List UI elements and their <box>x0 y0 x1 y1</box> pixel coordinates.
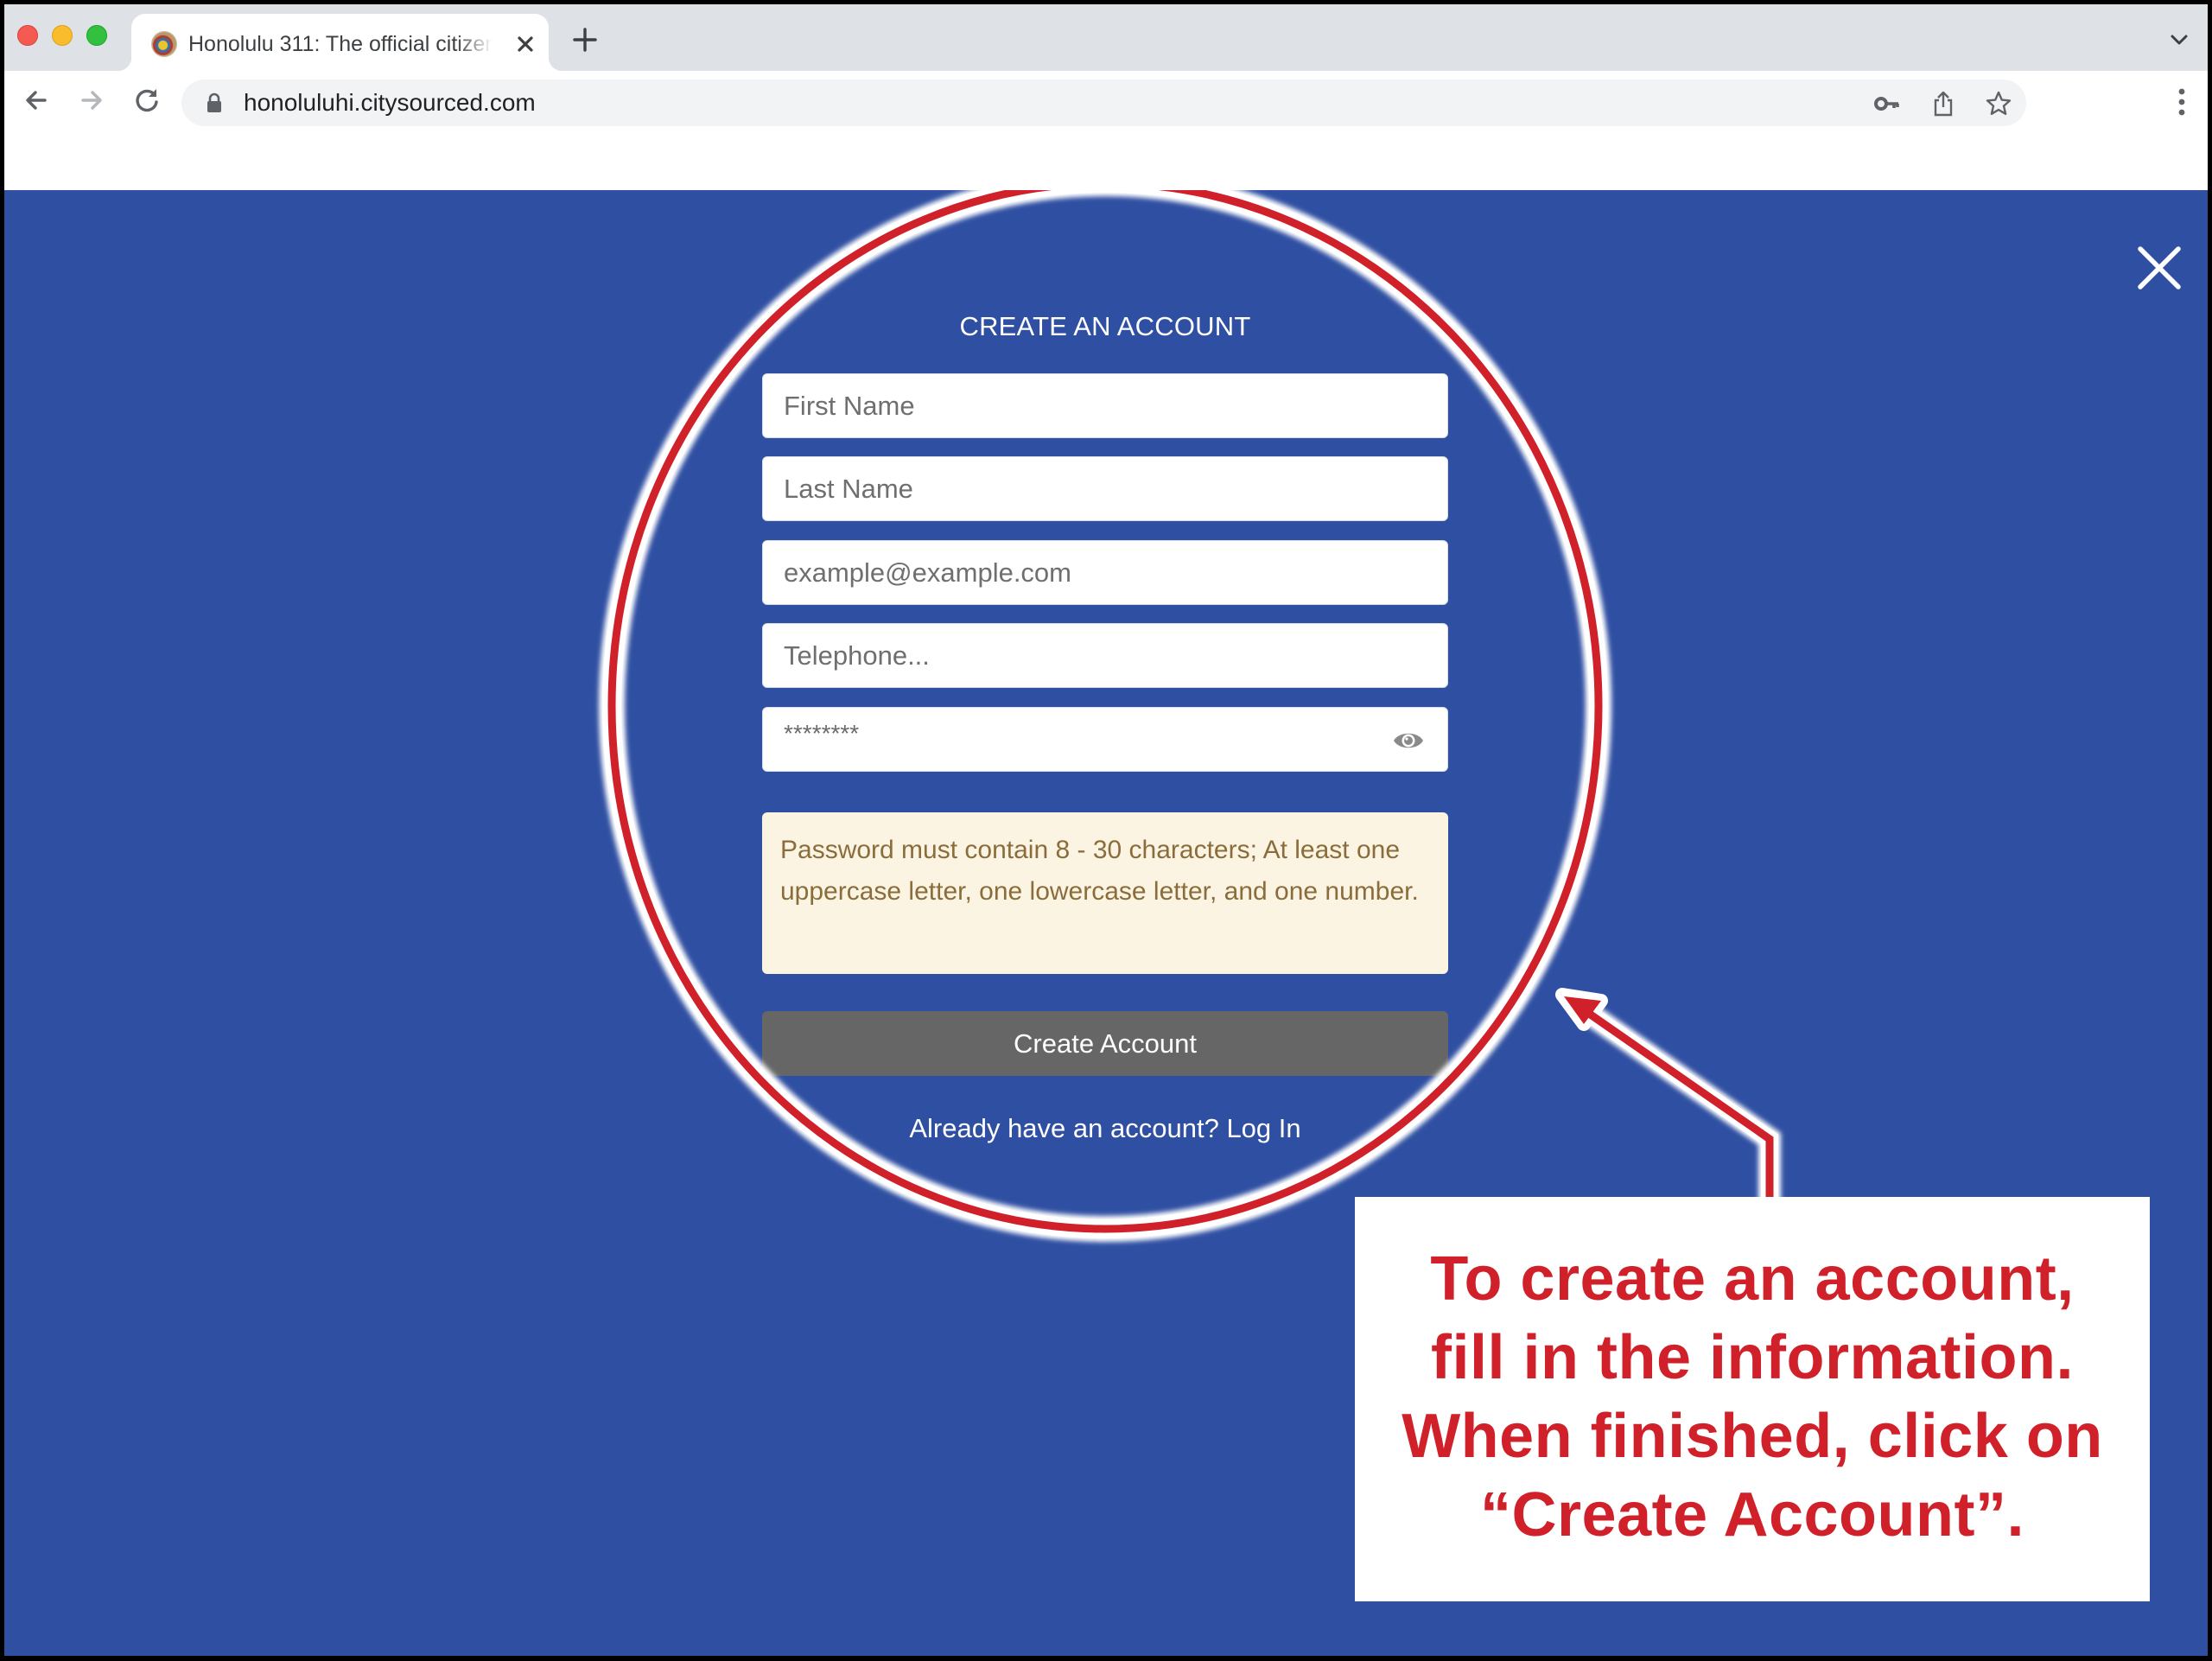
browser-toolbar: honoluluhi.citysourced.com <box>4 71 2208 130</box>
city-seal-icon <box>152 32 176 56</box>
plus-icon <box>573 28 597 52</box>
callout-line: When finished, click on <box>1402 1402 2103 1471</box>
email-field[interactable] <box>762 540 1448 605</box>
instruction-callout: To create an account, fill in the inform… <box>1355 1197 2150 1601</box>
back-button[interactable] <box>19 83 54 118</box>
url-text[interactable]: honoluluhi.citysourced.com <box>244 80 536 126</box>
callout-line: “Create Account”. <box>1480 1480 2024 1550</box>
pointer-arrow <box>1555 988 1781 1201</box>
window-minimize-button[interactable] <box>52 25 73 46</box>
tab-close-button[interactable] <box>510 29 541 60</box>
arrow-left-icon <box>26 91 47 110</box>
arrow-right-icon <box>81 91 102 110</box>
chevron-down-icon <box>2171 35 2188 45</box>
first-name-field[interactable] <box>762 373 1448 438</box>
password-value[interactable]: ******** <box>784 720 859 748</box>
create-account-button[interactable]: Create Account <box>762 1011 1448 1076</box>
last-name-field[interactable] <box>762 456 1448 521</box>
window-zoom-button[interactable] <box>86 25 107 46</box>
browser-window: Honolulu 311: The official citizen honol… <box>4 4 2208 1656</box>
reload-icon <box>136 89 158 112</box>
login-prompt-text: Already have an account? <box>909 1113 1219 1143</box>
share-button[interactable] <box>1929 90 1957 118</box>
browser-tab-active[interactable]: Honolulu 311: The official citizen <box>118 14 563 71</box>
forward-button[interactable] <box>74 83 109 118</box>
window-close-button[interactable] <box>17 25 38 46</box>
first-name-input[interactable] <box>763 374 1447 437</box>
modal-close-button[interactable] <box>2135 244 2183 292</box>
callout-line: To create an account, <box>1430 1244 2075 1314</box>
last-name-input[interactable] <box>763 457 1447 520</box>
password-visibility-toggle[interactable] <box>1392 728 1425 754</box>
page-header-area <box>4 130 2208 190</box>
callout-line: fill in the information. <box>1431 1323 2074 1392</box>
browser-menu-button[interactable] <box>2169 85 2195 119</box>
telephone-input[interactable] <box>763 624 1447 687</box>
new-tab-button[interactable] <box>568 22 602 57</box>
reload-button[interactable] <box>130 83 164 118</box>
tab-list-button[interactable] <box>2166 27 2192 53</box>
password-key-button[interactable] <box>1873 90 1901 118</box>
address-bar[interactable]: honoluluhi.citysourced.com <box>181 80 2026 126</box>
login-link[interactable]: Log In <box>1226 1113 1300 1143</box>
create-account-modal: CREATE AN ACCOUNT ******** Passwor <box>4 190 2208 1656</box>
login-prompt: Already have an account? Log In <box>762 1113 1448 1144</box>
close-icon <box>518 36 533 52</box>
password-requirements-alert: Password must contain 8 - 30 characters;… <box>762 812 1448 974</box>
email-input[interactable] <box>763 541 1447 604</box>
bookmark-button[interactable] <box>1985 90 2012 118</box>
tab-title: Honolulu 311: The official citizen <box>188 32 493 56</box>
star-icon <box>1986 91 2012 115</box>
key-icon <box>1874 97 1899 111</box>
eye-icon <box>1394 733 1423 748</box>
password-field[interactable]: ******** <box>762 707 1448 772</box>
tab-strip: Honolulu 311: The official citizen <box>4 4 2208 71</box>
vertical-dots-icon <box>2178 88 2185 116</box>
close-icon <box>2138 246 2181 290</box>
telephone-field[interactable] <box>762 623 1448 688</box>
lock-icon <box>206 92 223 113</box>
form-title: CREATE AN ACCOUNT <box>959 311 1251 341</box>
share-icon <box>1934 91 1953 117</box>
